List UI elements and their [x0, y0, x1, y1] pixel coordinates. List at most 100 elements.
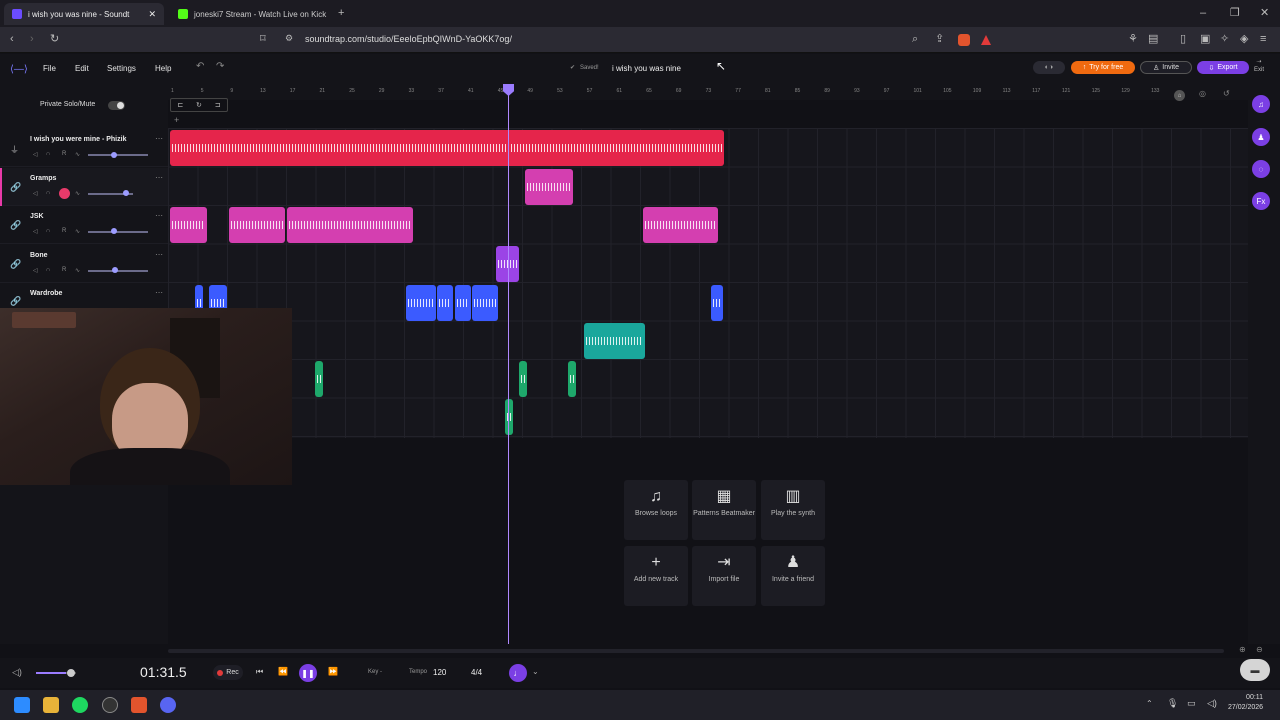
url-field[interactable]: soundtrap.com/studio/EeeloEpbQIWnD-YaOKK… — [305, 34, 512, 44]
track-name[interactable]: I wish you were mine - Phizik — [30, 136, 126, 143]
menu-settings[interactable]: Settings — [107, 64, 136, 73]
volume-knob[interactable] — [111, 152, 117, 158]
track-options-icon[interactable]: ⋯ — [155, 173, 163, 182]
reload-icon[interactable]: ↻ — [50, 34, 59, 45]
follow-icon[interactable]: ↺ — [1223, 89, 1230, 98]
theme-toggle[interactable]: ◐◑ — [1033, 61, 1065, 74]
audio-clip[interactable] — [711, 285, 723, 321]
audio-clip[interactable] — [505, 399, 513, 435]
volume-knob[interactable] — [123, 190, 129, 196]
chat-bubble-icon[interactable]: ▬ — [1240, 659, 1270, 681]
audio-clip[interactable] — [229, 207, 285, 243]
effects-icon[interactable]: Fx — [1252, 192, 1270, 210]
sidebar-icon[interactable]: ▯ — [1180, 34, 1186, 45]
automation-icon[interactable]: ∿ — [75, 190, 80, 197]
audio-clip[interactable] — [525, 169, 573, 205]
rewind-icon[interactable]: ⏪ — [278, 667, 288, 676]
volume-slider[interactable] — [88, 154, 148, 156]
track-options-icon[interactable]: ⋯ — [155, 134, 163, 143]
forward-icon[interactable]: › — [30, 34, 34, 45]
audio-clip[interactable] — [170, 207, 207, 243]
windows-start-icon[interactable] — [14, 697, 30, 713]
menu-icon[interactable]: ≡ — [1260, 34, 1266, 45]
mute-icon[interactable]: ◁ — [33, 190, 38, 197]
spotify-icon[interactable] — [72, 697, 88, 713]
add-new-track-button[interactable]: + Add new track — [624, 546, 688, 606]
zoom-icon[interactable]: ⌕ — [912, 34, 918, 45]
maximize-icon[interactable]: ❐ — [1230, 8, 1240, 19]
record-arm-button-active[interactable] — [59, 188, 70, 199]
record-button[interactable]: Rec — [213, 665, 243, 680]
brave-browser-icon[interactable] — [131, 697, 147, 713]
loops-icon[interactable]: ♫ — [1252, 95, 1270, 113]
brave-rewards-icon[interactable] — [981, 35, 991, 45]
audio-clip[interactable] — [472, 285, 498, 321]
audio-clip[interactable] — [568, 361, 576, 397]
headphones-icon[interactable]: ∩ — [46, 190, 50, 196]
track-name[interactable]: Gramps — [30, 175, 56, 182]
loop-icon[interactable]: ↻ — [196, 101, 202, 109]
metronome-icon[interactable]: ♩ — [509, 664, 527, 682]
pause-button[interactable]: ❚❚ — [299, 664, 317, 682]
discord-icon[interactable] — [160, 697, 176, 713]
brave-shield-icon[interactable] — [958, 34, 970, 46]
horizontal-scrollbar[interactable] — [168, 649, 1224, 653]
audio-clip[interactable] — [406, 285, 436, 321]
window-close-icon[interactable]: ✕ — [1260, 8, 1269, 19]
clock[interactable]: 00:11 27/02/2026 — [1228, 693, 1263, 713]
try-for-free-button[interactable]: ↑ Try for free — [1071, 61, 1135, 74]
soundtrap-logo-icon[interactable]: ⟨—⟩ — [10, 64, 28, 75]
track-options-icon[interactable]: ⋯ — [155, 250, 163, 259]
site-info-icon[interactable]: ⚙ — [285, 34, 293, 43]
tempo-value[interactable]: 120 — [433, 668, 446, 677]
audio-clip[interactable] — [170, 130, 724, 166]
minimize-icon[interactable]: – — [1200, 8, 1206, 19]
automation-icon[interactable]: ∿ — [75, 267, 80, 274]
audio-clip[interactable] — [455, 285, 471, 321]
volume-knob[interactable] — [112, 267, 118, 273]
track-name[interactable]: JSK — [30, 213, 44, 220]
play-synth-button[interactable]: ▥ Play the synth — [761, 480, 825, 540]
collaborators-icon[interactable]: ♟ — [1252, 128, 1270, 146]
private-solo-mute-toggle[interactable] — [108, 101, 125, 110]
back-icon[interactable]: ‹ — [10, 34, 14, 45]
track-row[interactable] — [0, 129, 168, 167]
export-button[interactable]: ⇩ Export — [1197, 61, 1249, 74]
invite-friend-button[interactable]: ♟ Invite a friend — [761, 546, 825, 606]
record-arm-button[interactable]: R — [62, 267, 66, 273]
menu-file[interactable]: File — [43, 64, 56, 73]
network-icon[interactable]: ▭ — [1187, 698, 1196, 709]
chevron-down-icon[interactable]: ⌄ — [532, 667, 539, 676]
zoom-in-icon[interactable]: ⊕ — [1239, 645, 1246, 654]
volume-slider[interactable] — [88, 231, 148, 233]
mute-icon[interactable]: ◁ — [33, 267, 38, 274]
playhead[interactable] — [508, 84, 509, 644]
automation-icon[interactable]: ∿ — [75, 228, 80, 235]
fast-forward-icon[interactable]: ⏩ — [328, 667, 338, 676]
automation-icon[interactable]: ∿ — [75, 151, 80, 158]
share-icon[interactable]: ⇪ — [935, 34, 944, 45]
mute-icon[interactable]: ◁ — [33, 228, 38, 235]
speaker-icon[interactable]: ◁) — [1207, 698, 1217, 709]
lock-icon[interactable]: ⌂ — [1174, 90, 1185, 101]
file-explorer-icon[interactable] — [43, 697, 59, 713]
microphone-icon[interactable]: 🎙 — [1167, 698, 1178, 709]
audio-clip[interactable] — [315, 361, 323, 397]
loop-controls[interactable]: ⊏ ↻ ⊐ — [170, 98, 228, 112]
headphones-icon[interactable]: ∩ — [46, 228, 50, 234]
import-file-button[interactable]: ⇥ Import file — [692, 546, 756, 606]
audio-clip[interactable] — [287, 207, 413, 243]
empty-arrangement-area[interactable] — [168, 438, 1248, 644]
tab-soundtrap[interactable]: i wish you was nine - Soundt ✕ — [4, 3, 164, 25]
menu-help[interactable]: Help — [155, 64, 171, 73]
patterns-beatmaker-button[interactable]: ▦ Patterns Beatmaker — [692, 480, 756, 540]
zoom-out-icon[interactable]: ⊖ — [1256, 645, 1263, 654]
headphones-icon[interactable]: ∩ — [46, 151, 50, 157]
key-selector[interactable]: Key - — [368, 669, 382, 675]
leo-icon[interactable]: ✧ — [1220, 34, 1229, 45]
wallet-icon[interactable]: ▣ — [1200, 34, 1210, 45]
skip-to-start-icon[interactable]: ⏮ — [256, 667, 263, 677]
undo-icon[interactable]: ↶ — [196, 62, 204, 72]
loop-start-icon[interactable]: ⊏ — [177, 101, 183, 109]
downloads-icon[interactable]: ▤ — [1148, 34, 1158, 45]
